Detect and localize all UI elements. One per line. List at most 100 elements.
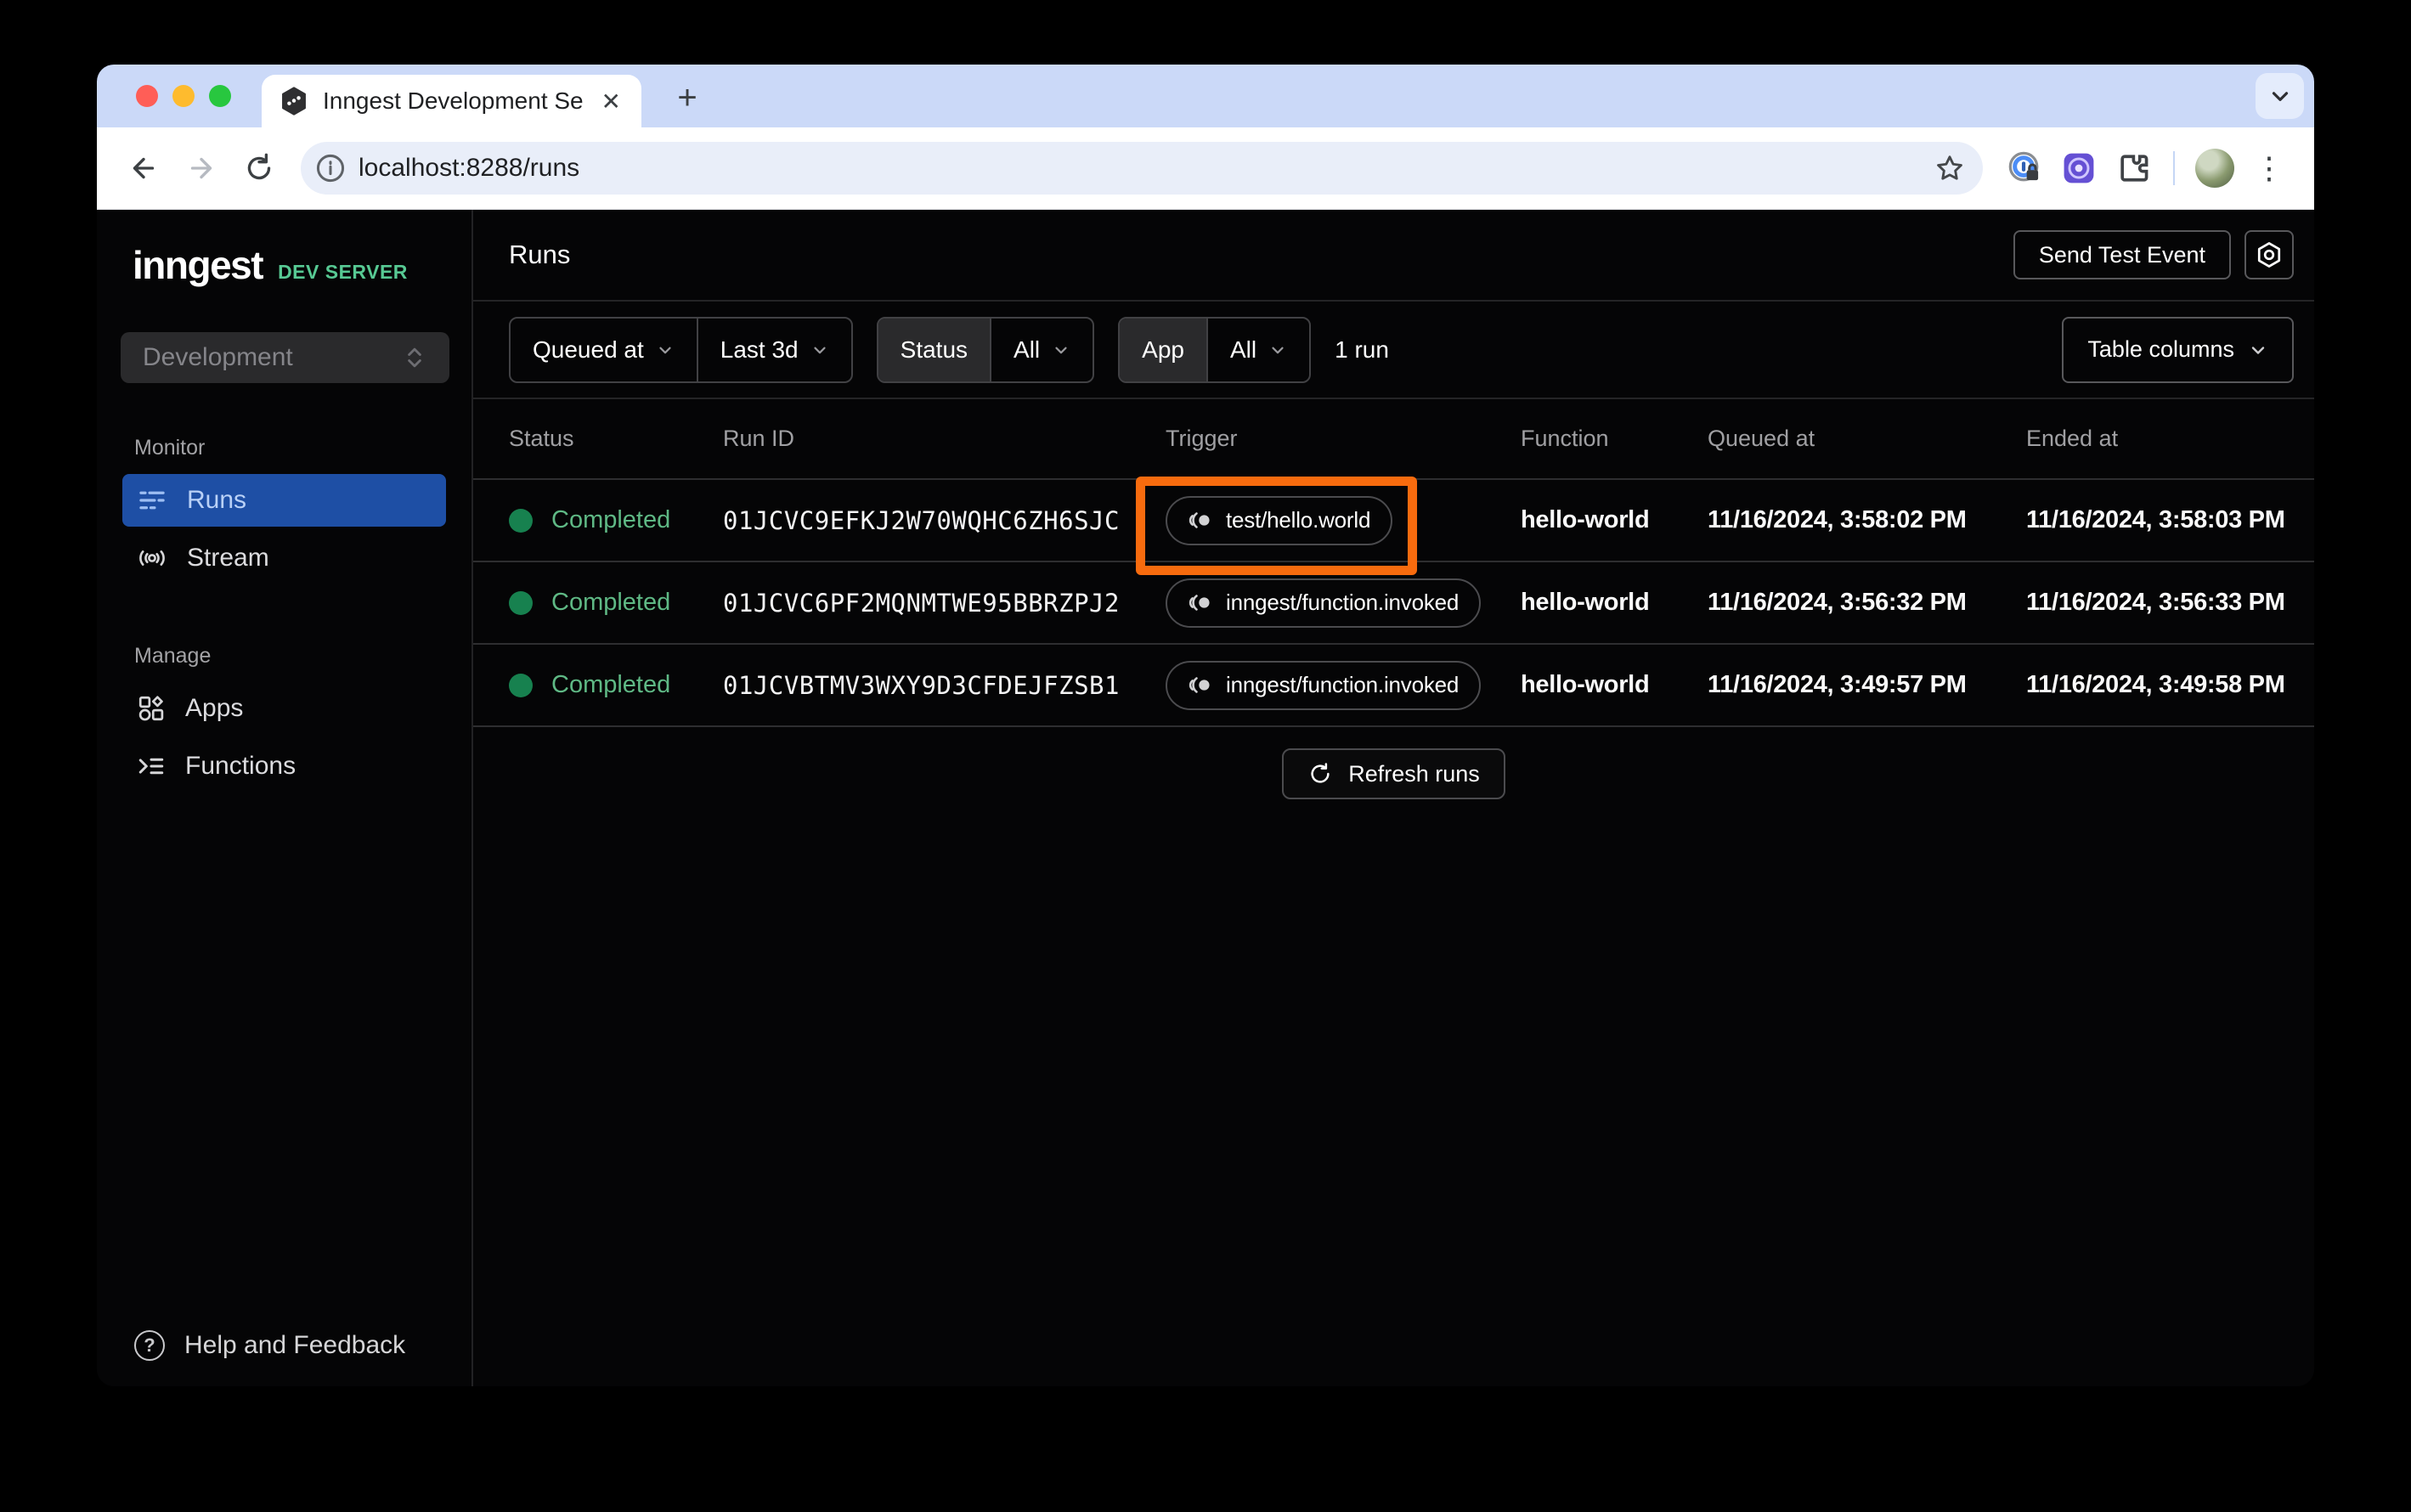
chevron-down-icon xyxy=(2272,92,2288,101)
page-title: Runs xyxy=(509,240,571,269)
page-header: Runs Send Test Event xyxy=(473,210,2314,302)
col-run-id: Run ID xyxy=(723,426,795,451)
trigger-badge[interactable]: inngest/function.invoked xyxy=(1166,660,1482,710)
status-filter-dropdown[interactable]: All xyxy=(991,319,1093,381)
browser-toolbar: localhost:8288/runs ⋮ xyxy=(97,127,2314,210)
inngest-logo: inngest xyxy=(133,243,264,287)
profile-avatar[interactable] xyxy=(2192,144,2238,193)
status-filter: Status All xyxy=(876,316,1095,383)
browser-window: Inngest Development Server ✕ + localhost… xyxy=(97,65,2314,1386)
run-id: 01JCVBTMV3WXY9D3CFDEJFZSB1 xyxy=(723,670,1120,700)
table-row[interactable]: Completed 01JCVC9EFKJ2W70WQHC6ZH6SJC tes… xyxy=(473,480,2314,562)
app-content: inngest DEV SERVER Development Monitor R… xyxy=(97,210,2314,1386)
minimize-window-button[interactable] xyxy=(172,85,195,107)
sidebar-item-runs[interactable]: Runs xyxy=(122,474,446,527)
ended-at: 11/16/2024, 3:49:58 PM xyxy=(2026,671,2285,698)
sidebar-item-stream[interactable]: Stream xyxy=(122,532,446,584)
event-trigger-icon xyxy=(1189,512,1210,528)
browser-tabstrip: Inngest Development Server ✕ + xyxy=(97,65,2314,127)
status-text: Completed xyxy=(551,589,671,616)
status-filter-label: Status xyxy=(878,318,991,381)
sidebar-item-apps[interactable]: Apps xyxy=(122,682,446,735)
table-row[interactable]: Completed 01JCVBTMV3WXY9D3CFDEJFZSB1 inn… xyxy=(473,645,2314,727)
time-filter: Queued at Last 3d xyxy=(509,316,853,383)
ended-at: 11/16/2024, 3:58:03 PM xyxy=(2026,506,2285,533)
sidebar: inngest DEV SERVER Development Monitor R… xyxy=(97,210,473,1386)
queued-at: 11/16/2024, 3:49:57 PM xyxy=(1708,671,1967,698)
site-info-icon[interactable] xyxy=(314,152,347,184)
forward-button[interactable] xyxy=(177,144,226,193)
trigger-badge[interactable]: test/hello.world xyxy=(1166,495,1393,545)
bookmark-star-icon[interactable] xyxy=(1927,144,1973,193)
time-field-dropdown[interactable]: Queued at xyxy=(511,319,697,381)
queued-at: 11/16/2024, 3:56:32 PM xyxy=(1708,589,1967,616)
window-controls xyxy=(136,65,231,127)
logo-row: inngest DEV SERVER xyxy=(97,242,471,288)
stream-broadcast-icon xyxy=(139,550,165,566)
table-columns-button[interactable]: Table columns xyxy=(2062,316,2294,383)
status-dot xyxy=(509,590,533,615)
help-and-feedback[interactable]: ? Help and Feedback xyxy=(97,1330,471,1361)
sidebar-item-functions[interactable]: Functions xyxy=(122,740,446,793)
col-ended-at: Ended at xyxy=(2026,426,2119,451)
tab-search-button[interactable] xyxy=(2256,73,2304,119)
section-label-monitor: Monitor xyxy=(134,436,206,460)
ended-at: 11/16/2024, 3:56:33 PM xyxy=(2026,589,2285,616)
password-manager-extension-icon[interactable] xyxy=(2002,144,2047,193)
filter-bar: Queued at Last 3d Status All App All 1 r… xyxy=(473,302,2314,399)
chevron-down-icon xyxy=(1055,347,1067,353)
runs-icon xyxy=(139,491,165,510)
reload-button[interactable] xyxy=(234,144,284,193)
time-range-dropdown[interactable]: Last 3d xyxy=(698,319,851,381)
help-question-icon: ? xyxy=(134,1330,165,1361)
maximize-window-button[interactable] xyxy=(209,85,231,107)
chevron-down-icon xyxy=(814,347,826,353)
status-dot xyxy=(509,673,533,697)
table-row[interactable]: Completed 01JCVC6PF2MQNMTWE95BBRZPJ2 inn… xyxy=(473,562,2314,645)
select-updown-icon xyxy=(408,347,421,368)
send-test-event-button[interactable]: Send Test Event xyxy=(2013,230,2231,279)
favicon-inngest-icon xyxy=(279,86,309,116)
app-filter-dropdown[interactable]: All xyxy=(1208,319,1309,381)
trigger-badge[interactable]: inngest/function.invoked xyxy=(1166,578,1482,628)
new-tab-button[interactable]: + xyxy=(668,78,707,117)
col-queued-at: Queued at xyxy=(1708,426,1815,451)
extensions-puzzle-icon[interactable] xyxy=(2110,144,2156,193)
close-tab-icon[interactable]: ✕ xyxy=(598,87,624,116)
function-name: hello-world xyxy=(1521,671,1650,698)
chevron-down-icon xyxy=(659,347,671,353)
settings-gear-button[interactable] xyxy=(2244,230,2294,279)
run-id: 01JCVC6PF2MQNMTWE95BBRZPJ2 xyxy=(723,588,1120,618)
refresh-runs-button[interactable]: Refresh runs xyxy=(1282,748,1505,799)
function-name: hello-world xyxy=(1521,589,1650,616)
col-status: Status xyxy=(509,426,574,451)
url-bar[interactable]: localhost:8288/runs xyxy=(301,142,1983,195)
back-button[interactable] xyxy=(119,144,168,193)
run-id: 01JCVC9EFKJ2W70WQHC6ZH6SJC xyxy=(723,505,1120,535)
event-trigger-icon xyxy=(1189,677,1210,693)
event-trigger-icon xyxy=(1189,595,1210,611)
url-text[interactable]: localhost:8288/runs xyxy=(359,154,1915,183)
status-dot xyxy=(509,508,533,533)
functions-icon xyxy=(138,758,164,775)
chevron-down-icon xyxy=(2251,346,2265,354)
table-header-row: Status Run ID Trigger Function Queued at… xyxy=(473,399,2314,480)
col-trigger: Trigger xyxy=(1166,426,1238,451)
browser-extension-icon[interactable] xyxy=(2056,144,2102,193)
main-panel: Runs Send Test Event Queued at Last 3d S… xyxy=(473,210,2314,1386)
refresh-icon xyxy=(1311,763,1330,783)
close-window-button[interactable] xyxy=(136,85,158,107)
chevron-down-icon xyxy=(1272,347,1284,353)
app-filter-label: App xyxy=(1120,318,1206,381)
browser-menu-button[interactable]: ⋮ xyxy=(2246,144,2292,193)
environment-select[interactable]: Development xyxy=(121,332,449,383)
app-filter: App All xyxy=(1118,316,1312,383)
status-text: Completed xyxy=(551,506,671,533)
result-count: 1 run xyxy=(1335,336,1389,363)
gear-icon xyxy=(2257,242,2281,268)
tab-title: Inngest Development Server xyxy=(323,87,584,114)
browser-tab[interactable]: Inngest Development Server ✕ xyxy=(262,75,641,127)
function-name: hello-world xyxy=(1521,506,1650,533)
apps-icon xyxy=(138,696,164,721)
queued-at: 11/16/2024, 3:58:02 PM xyxy=(1708,506,1967,533)
